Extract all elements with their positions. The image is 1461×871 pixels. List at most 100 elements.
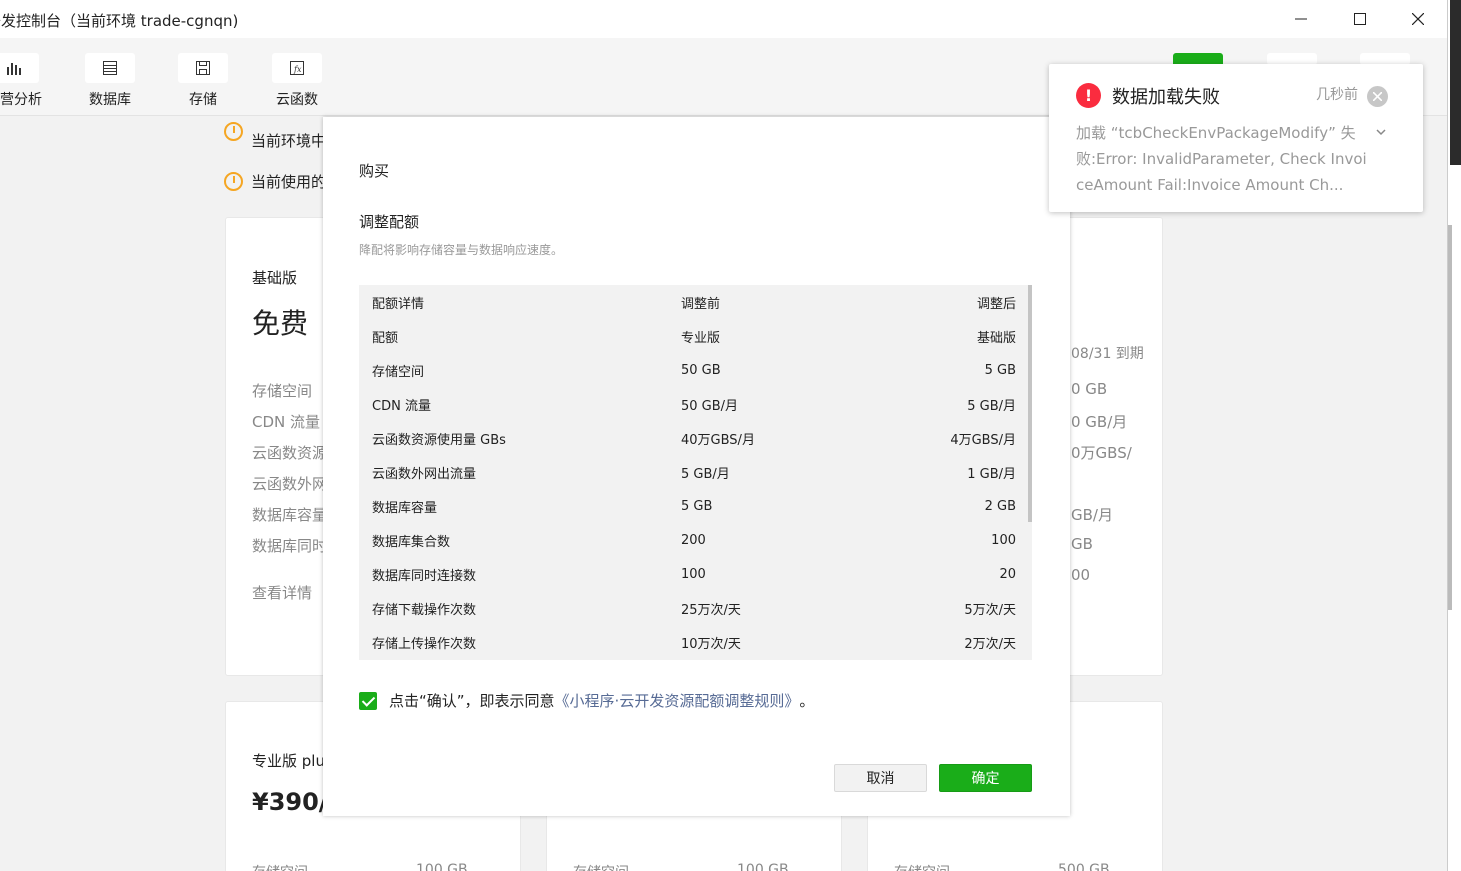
table-cell: 4万GBS/月 xyxy=(950,432,1016,448)
basic-row: 存储空间 xyxy=(252,382,313,400)
svg-text:fx: fx xyxy=(293,65,302,74)
tool-database[interactable]: 数据库 xyxy=(78,53,142,109)
header-cell: 调整后 xyxy=(976,296,1016,312)
plan-3-row-label: 存储空间 xyxy=(894,862,950,871)
tool-analytics-label: 运营分析 xyxy=(0,92,42,108)
table-cell: 存储下载操作次数 xyxy=(372,602,477,618)
tool-functions-label: 云函数 xyxy=(276,92,318,108)
table-cell: 50 GB/月 xyxy=(681,398,739,414)
pro-plus-row-label: 存储空间 xyxy=(252,862,308,871)
basic-row: 云函数外网 xyxy=(252,475,328,493)
table-cell: 10万次/天 xyxy=(681,636,741,652)
view-details-link[interactable]: 查看详情 xyxy=(252,582,312,603)
table-row: 存储上传操作次数 10万次/天 2万次/天 xyxy=(359,625,1016,659)
tool-storage-label: 存储 xyxy=(189,92,217,108)
table-row: 云函数外网出流量 5 GB/月 1 GB/月 xyxy=(359,455,1016,489)
table-cell: 25万次/天 xyxy=(681,602,741,618)
table-row: 数据库容量 5 GB 2 GB xyxy=(359,489,1016,523)
notification-time: 几秒前 xyxy=(1316,87,1358,103)
table-cell: 100 xyxy=(991,532,1016,548)
agreement-end: 。 xyxy=(799,692,815,710)
header-cell: 调整前 xyxy=(681,296,721,312)
table-cell: 数据库容量 xyxy=(372,500,438,516)
minimize-button[interactable] xyxy=(1271,0,1331,38)
function-icon: fx xyxy=(272,53,322,83)
section-description: 降配将影响存储容量与数据响应速度。 xyxy=(359,243,564,257)
close-icon xyxy=(1412,13,1424,25)
table-cell: 50 GB xyxy=(681,362,721,378)
close-button[interactable] xyxy=(1388,0,1448,38)
table-cell: 云函数外网出流量 xyxy=(372,466,477,482)
confirm-button[interactable]: 确定 xyxy=(939,764,1032,792)
table-row: 存储下载操作次数 25万次/天 5万次/天 xyxy=(359,591,1016,625)
table-cell: CDN 流量 xyxy=(372,398,431,414)
agreement-row: 点击“确认”，即表示同意 《小程序·云开发资源配额调整规则》 。 xyxy=(359,690,814,711)
agree-checkbox[interactable] xyxy=(359,691,377,710)
basic-row: 数据库容量 xyxy=(252,506,328,524)
basic-plan-price: 免费 xyxy=(252,307,309,340)
side-dark-strip xyxy=(1450,0,1461,165)
tool-database-label: 数据库 xyxy=(89,92,131,108)
right-edge-panel xyxy=(1447,0,1461,871)
notification-close-button[interactable] xyxy=(1367,86,1388,107)
basic-plan-label: 基础版 xyxy=(252,269,298,287)
table-cell: 2 GB xyxy=(984,498,1016,514)
notice-row-2: 当前使用的 xyxy=(224,171,326,192)
table-cell: 存储上传操作次数 xyxy=(372,636,477,652)
current-row: 0 GB/月 xyxy=(1071,413,1128,431)
table-cell: 40万GBS/月 xyxy=(681,432,755,448)
clock-icon xyxy=(224,122,243,141)
window-titlebar: 开发控制台（当前环境 trade-cgnqn) xyxy=(0,0,1447,38)
current-row: 00 xyxy=(1071,566,1091,584)
maximize-icon xyxy=(1354,13,1366,25)
table-row: 存储空间 50 GB 5 GB xyxy=(359,353,1016,387)
agreement-text: 点击“确认”，即表示同意 xyxy=(389,692,555,710)
table-cell: 5 GB xyxy=(984,362,1016,378)
table-cell: 200 xyxy=(681,532,706,548)
table-row: 数据库同时连接数 100 20 xyxy=(359,557,1016,591)
table-cell: 数据库同时连接数 xyxy=(372,568,477,584)
error-icon: ! xyxy=(1076,83,1101,108)
pro-plus-price: ¥390/ xyxy=(252,788,328,816)
table-cell: 5 GB/月 xyxy=(681,466,730,482)
table-cell: 云函数资源使用量 GBs xyxy=(372,432,506,448)
tool-analytics[interactable]: 运营分析 xyxy=(0,53,46,109)
table-cell: 1 GB/月 xyxy=(967,466,1016,482)
current-row: 0万GBS/ xyxy=(1071,444,1132,462)
purchase-modal: 购买 调整配额 降配将影响存储容量与数据响应速度。 配额详情 调整前 调整后 配… xyxy=(323,117,1070,816)
close-icon xyxy=(1373,92,1382,101)
table-row: 配额 专业版 基础版 xyxy=(359,319,1016,353)
page-scrollbar[interactable] xyxy=(1448,225,1452,610)
notice-text-2: 当前使用的 xyxy=(251,173,327,191)
current-row: 0 GB xyxy=(1071,380,1108,398)
database-icon xyxy=(85,53,135,83)
table-cell: 5 GB xyxy=(681,498,713,514)
quota-table-container[interactable]: 配额详情 调整前 调整后 配额 专业版 基础版 存储空间 50 GB 5 GB CDN … xyxy=(359,285,1032,660)
table-scrollbar[interactable] xyxy=(1028,285,1032,522)
chevron-down-icon[interactable] xyxy=(1375,126,1387,138)
table-cell: 存储空间 xyxy=(372,364,425,380)
cancel-button[interactable]: 取消 xyxy=(834,764,927,792)
pro-plus-row-value: 100 GB xyxy=(416,862,468,871)
table-row: CDN 流量 50 GB/月 5 GB/月 xyxy=(359,387,1016,421)
maximize-button[interactable] xyxy=(1330,0,1390,38)
basic-row: 云函数资源 xyxy=(252,444,328,462)
tool-functions[interactable]: fx 云函数 xyxy=(265,53,329,109)
bar-chart-icon xyxy=(0,53,39,83)
table-cell: 2万次/天 xyxy=(964,636,1016,652)
tool-storage[interactable]: 存储 xyxy=(171,53,235,109)
current-row: GB xyxy=(1071,535,1093,553)
table-row: 数据库集合数 200 100 xyxy=(359,523,1016,557)
window-title: 开发控制台（当前环境 trade-cgnqn) xyxy=(0,12,239,30)
section-title: 调整配额 xyxy=(359,213,420,231)
basic-row: CDN 流量 xyxy=(252,413,321,431)
table-cell: 专业版 xyxy=(681,330,721,346)
table-cell: 数据库集合数 xyxy=(372,534,451,550)
save-icon xyxy=(178,53,228,83)
table-cell: 20 xyxy=(999,566,1016,582)
table-cell: 5 GB/月 xyxy=(967,398,1016,414)
clock-icon xyxy=(224,172,243,191)
notification-title: 数据加载失败 xyxy=(1112,87,1220,108)
plan-2-row-value: 100 GB xyxy=(737,862,789,871)
agreement-link[interactable]: 《小程序·云开发资源配额调整规则》 xyxy=(555,690,800,711)
